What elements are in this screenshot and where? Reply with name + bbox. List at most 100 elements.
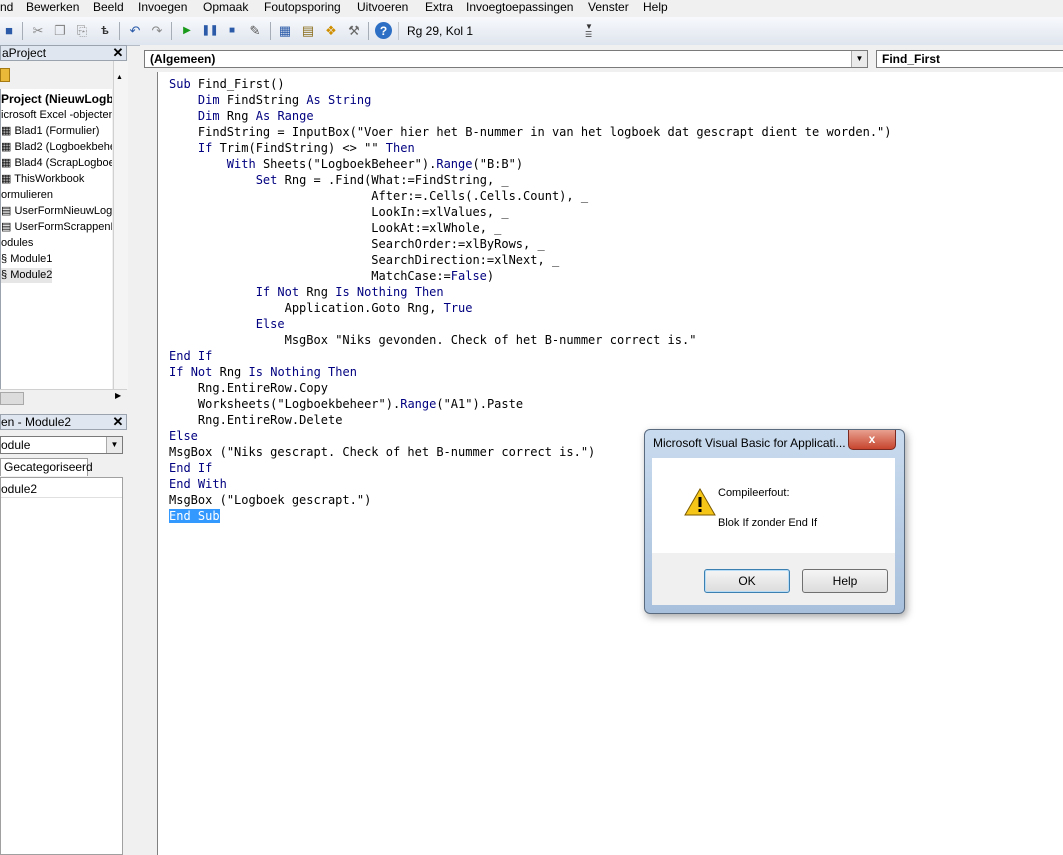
close-icon[interactable]: ✕ (112, 46, 124, 59)
save-icon[interactable]: ■ (1, 23, 17, 39)
compile-error-dialog: Microsoft Visual Basic for Applicati... … (644, 429, 905, 614)
menu-item-view[interactable]: Beeld (93, 0, 124, 14)
toolbox-icon[interactable]: ⚒ (346, 23, 362, 39)
run-icon[interactable]: ▶ (179, 23, 195, 39)
chevron-down-icon[interactable]: ▼ (106, 437, 122, 453)
code-line[interactable]: With Sheets("LogboekBeheer").Range("B:B"… (169, 157, 523, 171)
tree-item-modules[interactable]: odules (1, 236, 33, 251)
tree-item-module1[interactable]: § Module1 (1, 252, 52, 267)
design-mode-icon[interactable]: ✎ (247, 23, 263, 39)
code-line[interactable]: SearchOrder:=xlByRows, _ (169, 237, 544, 251)
properties-grid: odule2 (0, 477, 123, 855)
paste-icon[interactable]: ⎘ (74, 23, 90, 39)
project-horizontal-scrollbar[interactable]: ▶ (0, 389, 127, 406)
code-line[interactable]: MsgBox "Niks gevonden. Check of het B-nu… (169, 333, 697, 347)
tree-item-label: Module1 (10, 253, 53, 265)
code-line[interactable]: Dim Rng As Range (169, 109, 314, 123)
object-combo[interactable]: (Algemeen) ▼ (144, 50, 868, 68)
menu-bar: nd Bewerken Beeld Invoegen Opmaak Foutop… (0, 0, 1063, 16)
code-line[interactable]: If Not Rng Is Nothing Then (169, 365, 357, 379)
menu-item-addins[interactable]: Invoegtoepassingen (466, 0, 573, 14)
project-vertical-scrollbar[interactable]: ▲ (113, 61, 128, 389)
tab-categorized[interactable]: Gecategoriseerd (0, 458, 93, 476)
project-explorer-icon[interactable]: ▦ (277, 23, 293, 39)
code-line[interactable]: End If (169, 349, 212, 363)
close-icon[interactable]: ✕ (112, 415, 124, 428)
tree-item-userform-nieuw[interactable]: ▤ UserFormNieuwLogboek (1, 204, 112, 219)
menu-item-format[interactable]: Opmaak (203, 0, 248, 14)
code-line[interactable]: End Sub (169, 509, 220, 523)
code-line[interactable]: MsgBox ("Logboek gescrapt.") (169, 493, 371, 507)
code-margin[interactable] (140, 72, 157, 855)
menu-item-edit[interactable]: Bewerken (26, 0, 79, 14)
scroll-thumb[interactable] (0, 392, 24, 405)
properties-icon[interactable]: ▤ (300, 23, 316, 39)
menu-item-file[interactable]: nd (0, 0, 13, 14)
code-line[interactable]: Rng.EntireRow.Delete (169, 413, 343, 427)
code-line[interactable]: End If (169, 461, 212, 475)
tree-item-module2[interactable]: § Module2 (1, 268, 53, 283)
help-icon[interactable]: ? (375, 22, 392, 39)
code-line[interactable]: End With (169, 477, 227, 491)
code-line[interactable]: Application.Goto Rng, True (169, 301, 473, 315)
scroll-up-icon[interactable]: ▲ (116, 74, 123, 81)
menu-item-tools[interactable]: Extra (425, 0, 453, 14)
help-button[interactable]: Help (802, 569, 888, 593)
stop-icon[interactable]: ■ (224, 23, 240, 39)
project-panel-title: aProject ✕ (0, 45, 127, 61)
menu-item-run[interactable]: Uitvoeren (357, 0, 408, 14)
toolbar-grip-icon[interactable]: ▼ ☰ (585, 23, 593, 41)
menu-item-help[interactable]: Help (643, 0, 668, 14)
code-line[interactable]: Set Rng = .Find(What:=FindString, _ (169, 173, 509, 187)
dialog-title: Microsoft Visual Basic for Applicati... (653, 436, 846, 450)
cut-icon[interactable]: ✂ (30, 23, 46, 39)
tree-item-userform-scrappen[interactable]: ▤ UserFormScrappenLogb (1, 220, 112, 235)
menu-item-insert[interactable]: Invoegen (138, 0, 187, 14)
code-line[interactable]: LookIn:=xlValues, _ (169, 205, 508, 219)
code-line[interactable]: If Trim(FindString) <> "" Then (169, 141, 415, 155)
pause-icon[interactable]: ❚❚ (202, 23, 219, 39)
tree-item-excel-objects[interactable]: icrosoft Excel -objecten (1, 108, 112, 123)
project-tree: Project (NieuwLogboek icrosoft Excel -ob… (0, 89, 112, 389)
code-line[interactable]: LookAt:=xlWhole, _ (169, 221, 501, 235)
ok-button[interactable]: OK (704, 569, 790, 593)
code-line[interactable]: MatchCase:=False) (169, 269, 494, 283)
code-line[interactable]: Dim FindString As String (169, 93, 371, 107)
code-line[interactable]: FindString = InputBox("Voer hier het B-n… (169, 125, 892, 139)
code-editor[interactable]: Sub Find_First() Dim FindString As Strin… (157, 72, 1063, 855)
properties-object-combo[interactable]: odule ▼ (0, 436, 123, 454)
code-line[interactable]: SearchDirection:=xlNext, _ (169, 253, 559, 267)
tree-item-blad1[interactable]: ▦ Blad1 (Formulier) (1, 124, 99, 139)
tree-item-forms[interactable]: ormulieren (1, 188, 53, 203)
menu-item-window[interactable]: Venster (588, 0, 629, 14)
redo-icon[interactable]: ↷ (149, 23, 165, 39)
code-line[interactable]: MsgBox ("Niks gescrapt. Check of het B-n… (169, 445, 595, 459)
code-line[interactable]: Sub Find_First() (169, 77, 285, 91)
form-icon: ▤ (1, 205, 12, 217)
close-icon[interactable]: x (848, 430, 896, 450)
find-icon[interactable]: ѣ (97, 23, 113, 39)
selected-text[interactable]: End Sub (169, 509, 220, 523)
object-browser-icon[interactable]: ❖ (323, 23, 339, 39)
procedure-combo[interactable]: Find_First (876, 50, 1063, 68)
code-line[interactable]: If Not Rng Is Nothing Then (169, 285, 444, 299)
code-line[interactable]: Rng.EntireRow.Copy (169, 381, 328, 395)
menu-item-debug[interactable]: Foutopsporing (264, 0, 341, 14)
property-row-name[interactable]: odule2 (1, 481, 122, 498)
undo-icon[interactable]: ↶ (127, 23, 143, 39)
cursor-position: Rg 29, Kol 1 (398, 22, 588, 40)
tree-item-blad4[interactable]: ▦ Blad4 (ScrapLogboek) (1, 156, 112, 171)
scroll-right-icon[interactable]: ▶ (115, 391, 121, 400)
chevron-down-icon[interactable]: ▼ (851, 51, 867, 67)
code-line[interactable]: Else (169, 429, 198, 443)
code-line[interactable]: Else (169, 317, 285, 331)
copy-icon[interactable]: ❐ (52, 23, 68, 39)
dialog-body: Compileerfout: Blok If zonder End If (652, 458, 895, 553)
tree-item-blad2[interactable]: ▦ Blad2 (Logboekbeheer) (1, 140, 112, 155)
tree-item-project[interactable]: Project (NieuwLogboek (1, 92, 112, 107)
toggle-folders-icon[interactable] (0, 68, 10, 82)
tree-item-thisworkbook[interactable]: ▦ ThisWorkbook (1, 172, 84, 187)
code-line[interactable]: Worksheets("Logboekbeheer").Range("A1").… (169, 397, 523, 411)
code-line[interactable]: After:=.Cells(.Cells.Count), _ (169, 189, 588, 203)
tree-item-label: UserFormNieuwLogboek (14, 205, 112, 217)
